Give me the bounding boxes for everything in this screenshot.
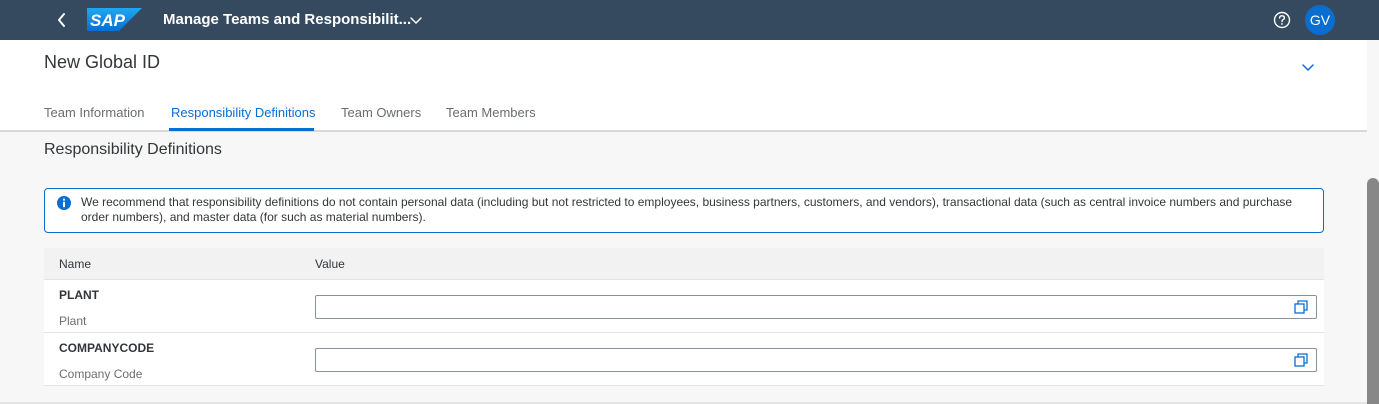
info-message-strip: We recommend that responsibility definit…	[44, 188, 1324, 233]
question-circle-icon	[1273, 11, 1291, 29]
help-button[interactable]	[1271, 9, 1293, 31]
user-avatar[interactable]: GV	[1305, 5, 1335, 35]
sap-logo: SAP	[87, 8, 142, 31]
table-row: COMPANYCODE Company Code	[44, 333, 1324, 386]
page-title: New Global ID	[44, 52, 161, 72]
chevron-left-icon	[58, 13, 65, 27]
chevron-down-icon[interactable]	[1299, 58, 1317, 76]
sap-logo-text: SAP	[90, 11, 126, 30]
tab-team-members[interactable]: Team Members	[446, 105, 536, 120]
responsibility-key: COMPANYCODE	[59, 341, 155, 355]
active-tab-indicator	[169, 128, 314, 131]
responsibility-description: Plant	[59, 314, 87, 328]
information-icon	[57, 196, 71, 210]
info-message-text: We recommend that responsibility definit…	[81, 195, 1293, 224]
object-page-header: New Global ID Team Information Responsib…	[0, 40, 1367, 132]
chevron-down-icon[interactable]	[409, 13, 423, 27]
table-row: PLANT Plant	[44, 280, 1324, 333]
value-help-icon[interactable]	[1294, 300, 1308, 314]
tab-team-owners[interactable]: Team Owners	[341, 105, 421, 120]
value-input[interactable]	[315, 348, 1317, 372]
shell-bar: SAP Manage Teams and Responsibilit... GV	[0, 0, 1379, 40]
value-help-icon[interactable]	[1294, 353, 1308, 367]
scrollbar-thumb[interactable]	[1367, 178, 1379, 404]
responsibility-table: Name Value PLANT Plant COMPANYCODE Compa…	[44, 248, 1324, 386]
app-title[interactable]: Manage Teams and Responsibilit...	[163, 11, 411, 28]
section-title: Responsibility Definitions	[44, 141, 222, 158]
back-button[interactable]	[48, 6, 76, 34]
responsibility-key: PLANT	[59, 288, 99, 302]
tab-responsibility-definitions[interactable]: Responsibility Definitions	[171, 105, 316, 120]
column-header-value: Value	[315, 257, 345, 271]
responsibility-description: Company Code	[59, 367, 143, 381]
table-header: Name Value	[44, 248, 1324, 280]
value-input[interactable]	[315, 295, 1317, 319]
tab-team-information[interactable]: Team Information	[44, 105, 144, 120]
column-header-name: Name	[59, 257, 92, 271]
